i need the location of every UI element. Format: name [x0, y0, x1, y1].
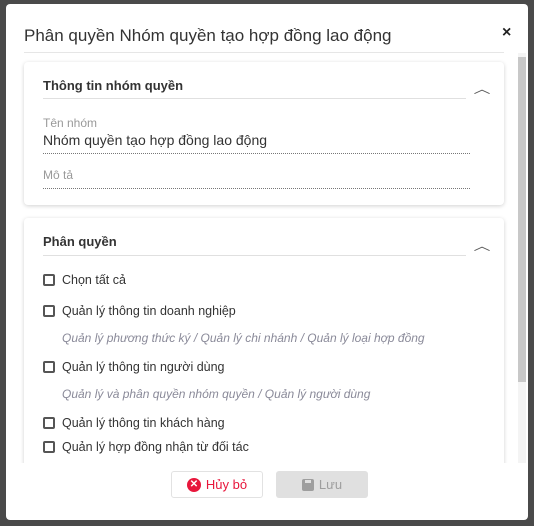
checkbox-icon — [43, 417, 55, 429]
chevron-up-icon[interactable]: ︿ — [474, 80, 491, 97]
save-label: Lưu — [318, 477, 343, 492]
floppy-disk-icon — [301, 478, 314, 491]
permission-dialog: Phân quyền Nhóm quyền tạo hợp đồng lao đ… — [6, 4, 528, 520]
group-info-card: Thông tin nhóm quyền ︿ Tên nhóm Nhóm quy… — [24, 62, 504, 205]
cancel-circle-icon: ✕ — [186, 477, 201, 492]
input-underline — [43, 153, 470, 154]
permission-sub: Quản lý và phân quyền nhóm quyền / Quản … — [62, 387, 371, 401]
checkbox-icon — [43, 361, 55, 373]
select-all-checkbox[interactable]: Chọn tất cả — [43, 273, 126, 287]
chevron-up-icon[interactable]: ︿ — [474, 237, 491, 254]
checkbox-label: Quản lý thông tin doanh nghiệp — [62, 304, 236, 318]
checkbox-label: Quản lý hợp đồng nhận từ đối tác — [62, 440, 249, 454]
save-button[interactable]: Lưu — [276, 471, 368, 498]
checkbox-label: Quản lý thông tin người dùng — [62, 360, 225, 374]
group-name-label: Tên nhóm — [43, 116, 98, 130]
checkbox-icon — [43, 441, 55, 453]
dialog-body[interactable]: Thông tin nhóm quyền ︿ Tên nhóm Nhóm quy… — [6, 53, 528, 463]
close-icon[interactable]: × — [502, 24, 511, 42]
cancel-label: Hủy bỏ — [205, 477, 248, 492]
permissions-title: Phân quyền — [43, 234, 117, 249]
permission-checkbox[interactable]: Quản lý thông tin người dùng — [43, 360, 225, 374]
permission-sub: Quản lý phương thức ký / Quản lý chi nhá… — [62, 331, 425, 345]
checkbox-icon — [43, 305, 55, 317]
permission-checkbox[interactable]: Quản lý thông tin doanh nghiệp — [43, 304, 236, 318]
divider — [43, 98, 466, 99]
group-name-input[interactable]: Nhóm quyền tạo hợp đồng lao động — [43, 132, 267, 148]
checkbox-icon — [43, 274, 55, 286]
scrollbar-thumb[interactable] — [518, 57, 526, 382]
checkbox-label: Chọn tất cả — [62, 273, 126, 287]
permissions-card: Phân quyền ︿ Chọn tất cả Quản lý thông t… — [24, 218, 504, 463]
permission-checkbox[interactable]: Quản lý thông tin khách hàng — [43, 416, 225, 430]
group-info-title: Thông tin nhóm quyền — [43, 78, 184, 93]
divider — [43, 255, 466, 256]
dialog-title: Phân quyền Nhóm quyền tạo hợp đồng lao đ… — [24, 26, 392, 45]
cancel-button[interactable]: ✕ Hủy bỏ — [171, 471, 263, 498]
checkbox-label: Quản lý thông tin khách hàng — [62, 416, 225, 430]
input-underline — [43, 188, 470, 189]
description-input[interactable] — [43, 172, 470, 188]
permission-checkbox[interactable]: Quản lý hợp đồng nhận từ đối tác — [43, 440, 249, 454]
